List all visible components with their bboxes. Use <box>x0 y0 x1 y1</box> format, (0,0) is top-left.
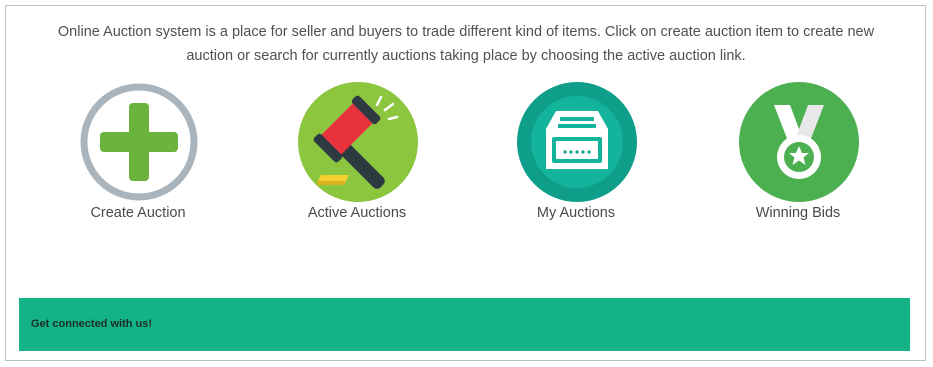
plus-circle-icon[interactable] <box>78 81 200 203</box>
winning-bids-tile[interactable]: Winning Bids <box>718 81 878 231</box>
intro-line-1: Online Auction system is a place for sel… <box>57 24 875 40</box>
create-auction-label[interactable]: Create Auction <box>48 205 228 221</box>
intro-line-2: auction or search for currently auctions… <box>186 48 746 64</box>
active-auctions-label[interactable]: Active Auctions <box>267 205 447 221</box>
active-auctions-tile[interactable]: Active Auctions <box>277 81 437 231</box>
inbox-tray-icon[interactable] <box>516 81 638 203</box>
medal-icon[interactable] <box>738 81 860 203</box>
my-auctions-label[interactable]: My Auctions <box>486 205 666 221</box>
intro-text: Online Auction system is a place for sel… <box>26 20 906 68</box>
my-auctions-tile[interactable]: My Auctions <box>496 81 656 231</box>
auction-menu: Create Auction Active Auctions My Auctio… <box>6 81 927 231</box>
create-auction-tile[interactable]: Create Auction <box>58 81 218 231</box>
footer-text: Get connected with us! <box>31 318 153 330</box>
gavel-icon[interactable] <box>297 81 419 203</box>
page-frame: Online Auction system is a place for sel… <box>5 5 926 361</box>
footer-bar: Get connected with us! <box>19 298 910 351</box>
winning-bids-label[interactable]: Winning Bids <box>708 205 888 221</box>
